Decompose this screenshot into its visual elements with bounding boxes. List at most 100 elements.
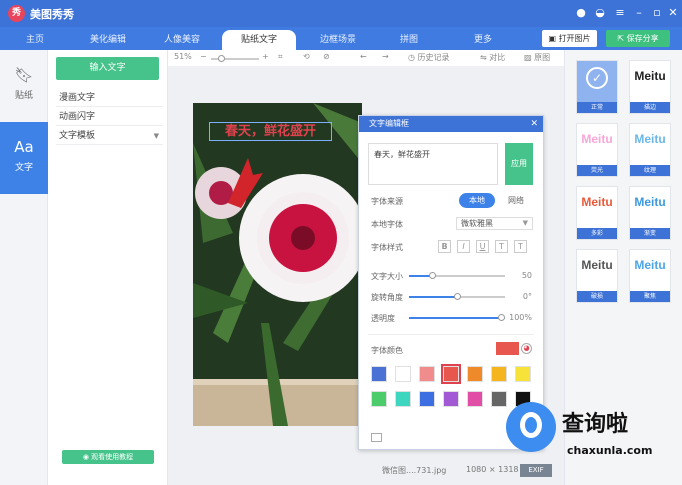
dialog-divider — [368, 334, 534, 335]
rotation-knob[interactable] — [454, 293, 461, 300]
exif-button[interactable]: EXIF — [520, 464, 552, 477]
style-focus[interactable]: Meitu 聚焦 — [629, 249, 671, 303]
check-icon: ✓ — [586, 67, 608, 89]
compare-button[interactable]: ⇋ 对比 — [480, 52, 505, 63]
color-swatch[interactable] — [395, 366, 411, 382]
menu-item-animated-text[interactable]: 动画闪字 — [56, 108, 163, 126]
font-size-fill — [409, 275, 431, 277]
tab-beautify[interactable]: 美化编辑 — [78, 30, 138, 50]
style-texture[interactable]: Meitu 纹理 — [629, 123, 671, 177]
text-options-panel: 输入文字 漫画文字 动画闪字 文字模板 ▼ ◉ 观看使用教程 — [48, 50, 168, 485]
zoom-level: 51% — [174, 52, 192, 61]
font-size-value: 50 — [521, 271, 532, 280]
main-tab-bar: 主页 美化编辑 人像美容 贴纸文字 边框场景 拼图 更多 ▣ 打开图片 ⇱ 保存… — [0, 27, 682, 50]
bookmark-icon: 🔖︎ — [14, 66, 34, 84]
photo-canvas[interactable] — [193, 103, 362, 426]
redo-icon[interactable]: → — [382, 52, 389, 61]
save-share-button[interactable]: ⇱ 保存分享 — [606, 30, 670, 47]
rotation-slider[interactable] — [409, 293, 505, 300]
color-swatch[interactable] — [371, 366, 387, 382]
style-gradient[interactable]: Meitu 渐变 — [629, 186, 671, 240]
text-overlay[interactable]: 春天，鲜花盛开 — [209, 122, 332, 141]
open-image-button[interactable]: ▣ 打开图片 — [542, 30, 597, 47]
color-swatch[interactable] — [441, 364, 461, 384]
text-shadow-icon[interactable]: T — [495, 240, 508, 253]
chat-icon[interactable]: ● — [574, 6, 588, 19]
rotation-label: 旋转角度 — [371, 293, 403, 302]
original-button[interactable]: ▨ 原图 — [524, 52, 550, 63]
local-font-select[interactable]: 微软雅黑 ▼ — [456, 217, 533, 230]
opacity-fill — [409, 317, 501, 319]
dialog-close-icon[interactable]: ✕ — [530, 116, 538, 132]
color-swatch[interactable] — [467, 366, 483, 382]
play-icon: ◉ — [82, 453, 92, 461]
zoom-out-icon[interactable]: − — [200, 52, 207, 61]
font-source-online[interactable]: 网络 — [499, 193, 533, 208]
menu-icon[interactable]: ≡ — [613, 6, 627, 19]
tab-more[interactable]: 更多 — [458, 30, 508, 50]
tab-home[interactable]: 主页 — [10, 30, 60, 50]
text-editor-dialog: 文字编辑框 ✕ 春天，鲜花盛开 应用 字体来源 本地 网络 本地字体 微软雅黑 … — [358, 115, 544, 450]
underline-icon[interactable]: U — [476, 240, 489, 253]
reset-icon[interactable]: ⊘ — [323, 52, 330, 61]
style-outline[interactable]: Meitu 描边 — [629, 60, 671, 114]
color-swatch[interactable] — [395, 391, 411, 407]
italic-icon[interactable]: I — [457, 240, 470, 253]
color-swatch[interactable] — [371, 391, 387, 407]
maximize-icon[interactable]: ▫ — [650, 6, 664, 19]
style-damaged[interactable]: Meitu 破损 — [576, 249, 618, 303]
wifi-icon[interactable]: ◒ — [593, 6, 607, 19]
opacity-slider[interactable] — [409, 314, 505, 321]
input-text-button[interactable]: 输入文字 — [56, 57, 159, 80]
title-bar: 秀 美图秀秀 ● ◒ ≡ – ▫ ✕ — [0, 0, 682, 27]
font-color-label: 字体颜色 — [371, 346, 403, 355]
color-swatch[interactable] — [491, 391, 507, 407]
color-swatch[interactable] — [419, 391, 435, 407]
local-font-label: 本地字体 — [371, 220, 403, 229]
color-swatch[interactable] — [419, 366, 435, 382]
search-icon — [520, 412, 542, 438]
bold-icon[interactable]: B — [438, 240, 451, 253]
tab-portrait[interactable]: 人像美容 — [150, 30, 214, 50]
export-icon: ⇱ — [617, 34, 627, 43]
close-icon[interactable]: ✕ — [666, 6, 680, 19]
apply-button[interactable]: 应用 — [505, 143, 533, 185]
crop-icon[interactable]: ⌗ — [278, 52, 283, 62]
tutorial-button[interactable]: ◉ 观看使用教程 — [62, 450, 154, 464]
text-content-input[interactable]: 春天，鲜花盛开 — [368, 143, 498, 185]
menu-item-comic-text[interactable]: 漫画文字 — [56, 89, 163, 107]
tab-frames[interactable]: 边框场景 — [306, 30, 370, 50]
history-button[interactable]: ◷ 历史记录 — [408, 52, 450, 63]
opacity-value: 100% — [509, 313, 532, 322]
tab-collage[interactable]: 拼图 — [380, 30, 438, 50]
zoom-in-icon[interactable]: + — [262, 52, 269, 61]
opacity-label: 透明度 — [371, 314, 395, 323]
left-icon-sidebar: 🔖︎ 贴纸 Aa 文字 — [0, 50, 48, 485]
nav-text[interactable]: Aa 文字 — [0, 122, 48, 194]
nav-sticker[interactable]: 🔖︎ 贴纸 — [0, 50, 48, 122]
style-normal[interactable]: ✓ 正常 — [576, 60, 618, 114]
app-logo: 秀 — [8, 5, 25, 22]
flower-photo — [193, 103, 362, 426]
font-source-local[interactable]: 本地 — [459, 193, 495, 208]
color-swatch[interactable] — [515, 366, 531, 382]
compare-icon: ⇋ — [480, 53, 490, 62]
font-size-slider[interactable] — [409, 272, 505, 279]
color-swatch[interactable] — [443, 391, 459, 407]
color-picker-icon[interactable]: ◕ — [521, 343, 532, 354]
color-swatch[interactable] — [467, 391, 483, 407]
rotate-icon[interactable]: ⟲ — [303, 52, 310, 61]
current-color-preview[interactable] — [496, 342, 519, 355]
save-template-icon[interactable] — [371, 433, 382, 442]
style-glow[interactable]: Meitu 荧光 — [576, 123, 618, 177]
vertical-text-icon[interactable]: T — [514, 240, 527, 253]
font-size-knob[interactable] — [429, 272, 436, 279]
tab-sticker-text[interactable]: 贴纸文字 — [222, 30, 296, 50]
color-swatch[interactable] — [491, 366, 507, 382]
undo-icon[interactable]: ← — [360, 52, 367, 61]
opacity-knob[interactable] — [498, 314, 505, 321]
style-colorful[interactable]: Meitu 多彩 — [576, 186, 618, 240]
menu-item-text-template[interactable]: 文字模板 ▼ — [56, 127, 163, 145]
minimize-icon[interactable]: – — [632, 6, 646, 19]
zoom-slider-knob[interactable] — [218, 55, 225, 62]
